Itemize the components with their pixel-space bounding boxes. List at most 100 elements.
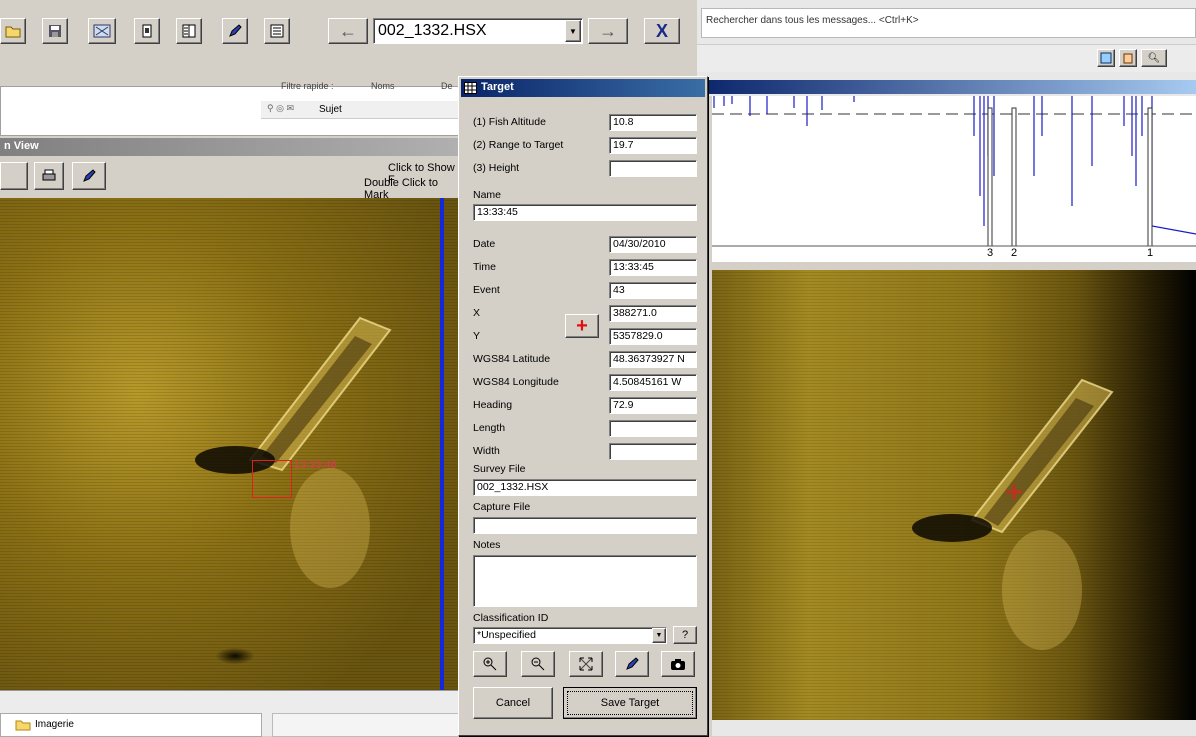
printer-icon bbox=[42, 169, 56, 181]
fit-view-button[interactable] bbox=[569, 651, 603, 677]
pen-icon bbox=[229, 24, 242, 37]
zoom-out-icon bbox=[531, 657, 545, 671]
left-view-titlebar: n View bbox=[0, 138, 460, 156]
locate-target-button[interactable]: + bbox=[565, 314, 599, 338]
mail-search-button[interactable]: 🔍︎ bbox=[1141, 49, 1167, 67]
mail-toolbar: 🔍︎ bbox=[697, 44, 1196, 72]
mail-search-bar[interactable]: Rechercher dans tous les messages... <Ct… bbox=[701, 8, 1196, 38]
capture-file-field[interactable] bbox=[473, 517, 697, 534]
left-view-button[interactable] bbox=[0, 162, 28, 190]
right-bottom-strip bbox=[712, 720, 1196, 736]
page-icon bbox=[142, 24, 152, 38]
target-label: 13:33:46 bbox=[294, 459, 337, 471]
col-from: De bbox=[441, 81, 453, 91]
right-view-titlebar bbox=[697, 80, 1196, 94]
cancel-button[interactable]: Cancel bbox=[473, 687, 553, 719]
layout-icon bbox=[1100, 52, 1112, 64]
latitude-label: WGS84 Latitude bbox=[473, 353, 551, 365]
left-pen-button[interactable] bbox=[72, 162, 106, 190]
pen-tool-button[interactable] bbox=[222, 18, 248, 44]
pen-icon bbox=[83, 169, 96, 182]
event-label: Event bbox=[473, 284, 500, 296]
name-label: Name bbox=[473, 189, 502, 201]
file-combo[interactable]: 002_1332.HSX ▼ bbox=[373, 18, 583, 44]
y-label: Y bbox=[473, 330, 481, 342]
zoom-in-button[interactable] bbox=[473, 651, 507, 677]
folder-icon bbox=[5, 26, 21, 38]
fish-altitude-field[interactable]: 10.8 bbox=[609, 114, 697, 131]
range-field[interactable]: 19.7 bbox=[609, 137, 697, 154]
panel-icon bbox=[182, 24, 196, 38]
target-box[interactable] bbox=[252, 460, 292, 498]
altitude-profile: 3 2 1 bbox=[712, 96, 1196, 262]
classification-select[interactable]: *Unspecified ▼ bbox=[473, 627, 667, 644]
length-field[interactable] bbox=[609, 420, 697, 437]
fish-altitude-label: (1) Fish Altitude bbox=[473, 116, 546, 128]
profile-marker-2: 2 bbox=[1011, 247, 1018, 259]
close-file-button[interactable]: X bbox=[644, 18, 680, 44]
folder-label[interactable]: Imagerie bbox=[35, 719, 74, 730]
pen-icon bbox=[626, 657, 639, 670]
classification-help-button[interactable]: ? bbox=[673, 626, 697, 644]
classification-dropdown[interactable]: ▼ bbox=[652, 628, 666, 643]
heading-field[interactable]: 72.9 bbox=[609, 397, 697, 414]
right-sonar-image[interactable] bbox=[712, 270, 1196, 720]
event-field[interactable]: 43 bbox=[609, 282, 697, 299]
previous-file-button[interactable]: ← bbox=[328, 18, 368, 44]
left-sonar-image[interactable]: 13:33:46 bbox=[0, 198, 460, 690]
date-field[interactable]: 04/30/2010 bbox=[609, 236, 697, 253]
print-button[interactable] bbox=[34, 162, 64, 190]
date-label: Date bbox=[473, 238, 496, 250]
help-label: ? bbox=[681, 629, 689, 641]
target-dialog-title: Target bbox=[481, 81, 514, 93]
latitude-field[interactable]: 48.36373927 N bbox=[609, 351, 697, 368]
height-field[interactable] bbox=[609, 160, 697, 177]
page-button[interactable] bbox=[134, 18, 160, 44]
layout-button[interactable] bbox=[1097, 49, 1115, 67]
mail-search-placeholder: Rechercher dans tous les messages... <Ct… bbox=[706, 15, 919, 26]
col-names: Noms bbox=[371, 81, 395, 91]
expand-icon bbox=[579, 657, 593, 671]
bottom-left-panel: Imagerie bbox=[0, 690, 460, 737]
notes-field[interactable] bbox=[473, 555, 697, 607]
time-label: Time bbox=[473, 261, 496, 273]
x-field[interactable]: 388271.0 bbox=[609, 305, 697, 322]
left-top-panel: Filtre rapide : Noms De ⚲ ◎ ✉ Sujet bbox=[0, 81, 461, 136]
file-combo-dropdown[interactable]: ▼ bbox=[565, 20, 581, 42]
classification-label: Classification ID bbox=[473, 612, 549, 624]
zoom-out-button[interactable] bbox=[521, 651, 555, 677]
save-button[interactable] bbox=[42, 18, 68, 44]
magnifier-icon: 🔍︎ bbox=[1147, 52, 1161, 64]
grid-icon bbox=[464, 82, 477, 94]
longitude-field[interactable]: 4.50845161 W bbox=[609, 374, 697, 391]
mail-filter-row: Filtre rapide : Noms De bbox=[261, 81, 461, 95]
time-field[interactable]: 13:33:45 bbox=[609, 259, 697, 276]
target-dialog: Target (1) Fish Altitude 10.8 (2) Range … bbox=[458, 76, 708, 736]
cancel-label: Cancel bbox=[495, 697, 531, 709]
capture-file-label: Capture File bbox=[473, 501, 531, 513]
longitude-label: WGS84 Longitude bbox=[473, 376, 559, 388]
open-folder-button[interactable] bbox=[0, 18, 26, 44]
filter-label: Filtre rapide : bbox=[281, 81, 334, 91]
left-view-toolbar: Click to Show F Double Click to Mark bbox=[0, 156, 460, 201]
capture-button[interactable] bbox=[661, 651, 695, 677]
focus-ring bbox=[567, 691, 693, 715]
name-field[interactable]: 13:33:45 bbox=[473, 204, 697, 221]
save-target-button[interactable]: Save Target bbox=[563, 687, 697, 719]
width-field[interactable] bbox=[609, 443, 697, 460]
wreck-left bbox=[195, 316, 392, 588]
wreck-right bbox=[912, 378, 1114, 650]
survey-file-field[interactable]: 002_1332.HSX bbox=[473, 479, 697, 496]
file-combo-value: 002_1332.HSX bbox=[378, 22, 487, 39]
zoom-extents-button[interactable] bbox=[88, 18, 116, 44]
panel-button[interactable] bbox=[176, 18, 202, 44]
next-file-button[interactable]: → bbox=[588, 18, 628, 44]
list-button[interactable] bbox=[264, 18, 290, 44]
annotate-button[interactable] bbox=[615, 651, 649, 677]
col-subject[interactable]: Sujet bbox=[319, 104, 342, 115]
profile-marker-1: 1 bbox=[1147, 247, 1154, 259]
blue-track-line bbox=[440, 198, 444, 690]
x-label: X bbox=[473, 307, 481, 319]
y-field[interactable]: 5357829.0 bbox=[609, 328, 697, 345]
clipboard-button[interactable] bbox=[1119, 49, 1137, 67]
